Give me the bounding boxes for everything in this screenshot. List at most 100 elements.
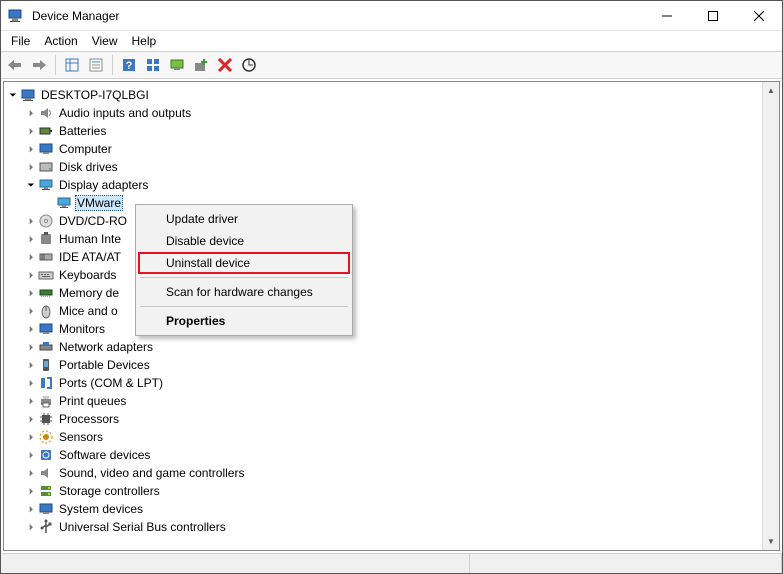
tree-node[interactable]: ⏵Processors bbox=[4, 410, 779, 428]
tree-node[interactable]: ⏵System devices bbox=[4, 500, 779, 518]
chevron-right-icon[interactable]: ⏵ bbox=[24, 484, 38, 498]
maximize-button[interactable] bbox=[690, 1, 736, 30]
tree-node[interactable]: ⏵ Mice and o bbox=[4, 302, 779, 320]
portable-icon bbox=[38, 357, 54, 373]
tree-node-label: IDE ATA/AT bbox=[57, 249, 123, 265]
context-uninstall-device[interactable]: Uninstall device bbox=[138, 252, 350, 274]
tree-node[interactable]: ⏵DVD/CD-RO bbox=[4, 212, 779, 230]
chevron-right-icon[interactable]: ⏵ bbox=[24, 430, 38, 444]
tree-node[interactable]: ⏵ Sensors bbox=[4, 428, 779, 446]
keyboard-icon bbox=[38, 267, 54, 283]
tree-node[interactable]: ⏷DESKTOP-I7QLBGI bbox=[4, 86, 779, 104]
chevron-right-icon[interactable]: ⏵ bbox=[24, 268, 38, 282]
chevron-right-icon[interactable]: ⏵ bbox=[24, 502, 38, 516]
tree-node[interactable]: ⏵Audio inputs and outputs bbox=[4, 104, 779, 122]
scroll-track[interactable] bbox=[763, 99, 779, 533]
chevron-right-icon[interactable]: ⏵ bbox=[24, 412, 38, 426]
toolbar-properties-button[interactable] bbox=[85, 54, 107, 76]
chevron-right-icon[interactable]: ⏵ bbox=[24, 304, 38, 318]
chevron-right-icon[interactable]: ⏵ bbox=[24, 286, 38, 300]
tree-node[interactable]: ⏵Storage controllers bbox=[4, 482, 779, 500]
chevron-right-icon[interactable]: ⏵ bbox=[24, 520, 38, 534]
tree-node-label: Print queues bbox=[57, 393, 128, 409]
toolbar-add-hardware-button[interactable] bbox=[190, 54, 212, 76]
chevron-right-icon[interactable]: ⏵ bbox=[24, 358, 38, 372]
minimize-button[interactable] bbox=[644, 1, 690, 30]
toolbar-remove-button[interactable] bbox=[214, 54, 236, 76]
menu-help[interactable]: Help bbox=[126, 32, 163, 50]
context-disable-device[interactable]: Disable device bbox=[138, 230, 350, 252]
ide-icon bbox=[38, 249, 54, 265]
context-properties[interactable]: Properties bbox=[138, 310, 350, 332]
status-cell bbox=[1, 554, 470, 573]
tree-node[interactable]: ⏵Batteries bbox=[4, 122, 779, 140]
toolbar-tiles-button[interactable] bbox=[142, 54, 164, 76]
menu-view[interactable]: View bbox=[86, 32, 124, 50]
chevron-right-icon[interactable]: ⏵ bbox=[24, 106, 38, 120]
toolbar-forward-button[interactable] bbox=[28, 54, 50, 76]
toolbar-computer-button[interactable] bbox=[166, 54, 188, 76]
disk-icon bbox=[38, 159, 54, 175]
audio-icon bbox=[38, 105, 54, 121]
chevron-right-icon[interactable]: ⏵ bbox=[24, 160, 38, 174]
toolbar-show-hidden-button[interactable] bbox=[61, 54, 83, 76]
tree-node[interactable]: ⏵ Software devices bbox=[4, 446, 779, 464]
tree-node-label: Display adapters bbox=[57, 177, 150, 193]
chevron-right-icon[interactable]: ⏵ bbox=[24, 448, 38, 462]
tree-node[interactable]: ⏵Monitors bbox=[4, 320, 779, 338]
tree-node-label: Software devices bbox=[57, 447, 152, 463]
chevron-right-icon[interactable]: ⏵ bbox=[24, 340, 38, 354]
tree-node[interactable]: ⏵Sound, video and game controllers bbox=[4, 464, 779, 482]
tree-node-label: VMware bbox=[75, 195, 123, 211]
tree-node[interactable]: ⏵Network adapters bbox=[4, 338, 779, 356]
tree-node[interactable]: ⏵Computer bbox=[4, 140, 779, 158]
chevron-right-icon[interactable]: ⏵ bbox=[24, 376, 38, 390]
chevron-down-icon[interactable]: ⏷ bbox=[6, 88, 20, 102]
chevron-right-icon bbox=[42, 196, 56, 210]
monitor-icon bbox=[38, 321, 54, 337]
chevron-down-icon[interactable]: ⏷ bbox=[24, 178, 38, 192]
vertical-scrollbar[interactable]: ▲ ▼ bbox=[762, 82, 779, 550]
scroll-down-button[interactable]: ▼ bbox=[763, 533, 779, 550]
chevron-right-icon[interactable]: ⏵ bbox=[24, 214, 38, 228]
toolbar-separator bbox=[55, 55, 56, 75]
context-update-driver[interactable]: Update driver bbox=[138, 208, 350, 230]
toolbar-back-button[interactable] bbox=[4, 54, 26, 76]
toolbar-help-button[interactable]: ? bbox=[118, 54, 140, 76]
scroll-up-button[interactable]: ▲ bbox=[763, 82, 779, 99]
chevron-right-icon[interactable]: ⏵ bbox=[24, 124, 38, 138]
toolbar-scan-button[interactable] bbox=[238, 54, 260, 76]
tree-node[interactable]: ⏵ Print queues bbox=[4, 392, 779, 410]
mouse-icon bbox=[38, 303, 54, 319]
display-icon bbox=[38, 177, 54, 193]
close-button[interactable] bbox=[736, 1, 782, 30]
statusbar bbox=[1, 553, 782, 573]
chevron-right-icon[interactable]: ⏵ bbox=[24, 232, 38, 246]
tree-node[interactable]: ⏵ IDE ATA/AT bbox=[4, 248, 779, 266]
tree-node[interactable]: ⏵Portable Devices bbox=[4, 356, 779, 374]
tree-node-label: Mice and o bbox=[57, 303, 120, 319]
device-tree-pane[interactable]: ⏷DESKTOP-I7QLBGI⏵Audio inputs and output… bbox=[3, 81, 780, 551]
chevron-right-icon[interactable]: ⏵ bbox=[24, 466, 38, 480]
menu-action[interactable]: Action bbox=[38, 32, 83, 50]
menu-file[interactable]: File bbox=[5, 32, 36, 50]
chevron-right-icon[interactable]: ⏵ bbox=[24, 394, 38, 408]
context-separator bbox=[140, 306, 348, 307]
tree-node[interactable]: ⏵Keyboards bbox=[4, 266, 779, 284]
tree-node[interactable]: ⏵Disk drives bbox=[4, 158, 779, 176]
chevron-right-icon[interactable]: ⏵ bbox=[24, 322, 38, 336]
tree-node[interactable]: ⏵Ports (COM & LPT) bbox=[4, 374, 779, 392]
tree-node-label: Sensors bbox=[57, 429, 105, 445]
tree-node-label: Universal Serial Bus controllers bbox=[57, 519, 228, 535]
tree-node[interactable]: ⏷ Display adapters bbox=[4, 176, 779, 194]
tree-node[interactable]: VMware bbox=[4, 194, 779, 212]
context-scan-hardware[interactable]: Scan for hardware changes bbox=[138, 281, 350, 303]
toolbar: ? bbox=[1, 51, 782, 79]
tree-node[interactable]: ⏵Memory de bbox=[4, 284, 779, 302]
software-icon bbox=[38, 447, 54, 463]
tree-node[interactable]: ⏵Human Inte bbox=[4, 230, 779, 248]
tree-node[interactable]: ⏵ Universal Serial Bus controllers bbox=[4, 518, 779, 536]
chevron-right-icon[interactable]: ⏵ bbox=[24, 142, 38, 156]
dvd-icon bbox=[38, 213, 54, 229]
chevron-right-icon[interactable]: ⏵ bbox=[24, 250, 38, 264]
